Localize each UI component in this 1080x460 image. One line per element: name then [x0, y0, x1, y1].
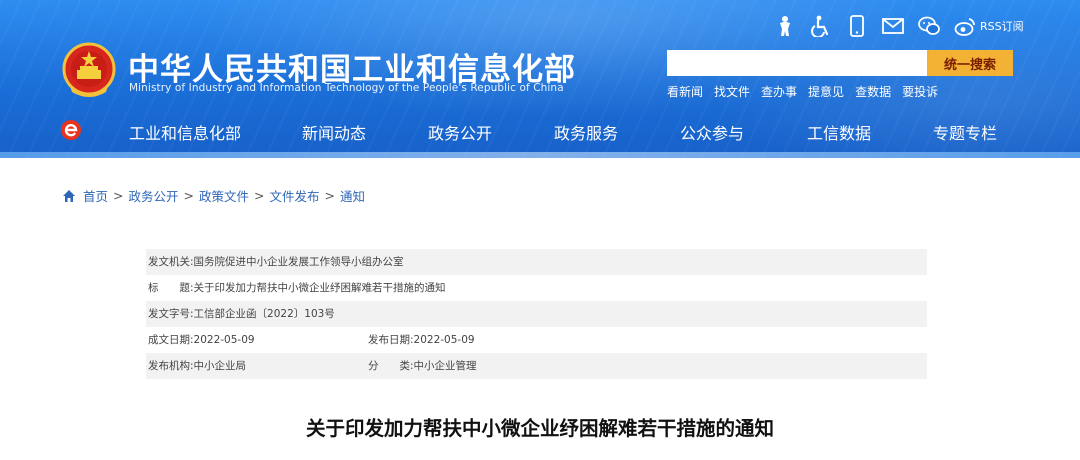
breadcrumb-policy-files[interactable]: 政策文件 [199, 186, 249, 205]
quick-link-data[interactable]: 查数据 [855, 83, 891, 100]
quick-link-feedback[interactable]: 提意见 [808, 83, 844, 100]
meta-row-issuer: 发文机关:国务院促进中小企业发展工作领导小组办公室 [146, 249, 927, 275]
nav-item-ministry[interactable]: 工业和信息化部 [129, 120, 241, 144]
meta-label: 发文机关: [148, 256, 194, 268]
meta-row-doc-number: 发文字号:工信部企业函〔2022〕103号 [146, 301, 927, 327]
breadcrumb: 首页 > 政务公开 > 政策文件 > 文件发布 > 通知 [62, 186, 365, 205]
meta-value-published-date: 2022-05-09 [413, 334, 475, 346]
meta-label: 标 题: [148, 282, 194, 294]
meta-label: 发文字号: [148, 308, 194, 320]
quick-link-services[interactable]: 查办事 [761, 83, 797, 100]
nav-item-special-topics[interactable]: 专题专栏 [933, 120, 997, 144]
nav-item-news[interactable]: 新闻动态 [302, 120, 366, 144]
site-subtitle: Ministry of Industry and Information Tec… [129, 82, 564, 94]
wechat-icon[interactable] [918, 15, 940, 37]
weibo-icon[interactable] [954, 15, 976, 37]
rss-subscribe-link[interactable]: RSS订阅 [980, 18, 1024, 34]
meta-label: 发布机构: [148, 360, 194, 372]
meta-row-title: 标 题:关于印发加力帮扶中小微企业纾困解难若干措施的通知 [146, 275, 927, 301]
e-gov-logo-icon[interactable] [60, 119, 82, 141]
meta-label: 发布日期: [368, 334, 414, 346]
meta-row-org-category: 发布机构:中小企业局 分 类:中小企业管理 [146, 353, 927, 379]
quick-link-complaint[interactable]: 要投诉 [902, 83, 938, 100]
article-title: 关于印发加力帮扶中小微企业纾困解难若干措施的通知 [305, 417, 774, 440]
meta-value-created-date: 2022-05-09 [193, 334, 255, 346]
breadcrumb-gov-affairs-open[interactable]: 政务公开 [129, 186, 179, 205]
national-emblem-icon[interactable] [62, 42, 116, 98]
site-header: 中华人民共和国工业和信息化部 Ministry of Industry and … [0, 0, 1080, 158]
mail-icon[interactable] [882, 15, 904, 37]
meta-value-doc-number: 工信部企业函〔2022〕103号 [193, 308, 335, 320]
meta-label: 分 类: [368, 360, 414, 372]
meta-value-org: 中小企业局 [193, 360, 247, 372]
accessibility-figure-icon[interactable] [774, 15, 796, 37]
meta-value-category: 中小企业管理 [413, 360, 477, 372]
breadcrumb-separator: > [113, 188, 124, 203]
meta-value-issuer: 国务院促进中小企业发展工作领导小组办公室 [193, 256, 404, 268]
main-nav: 工业和信息化部 新闻动态 政务公开 政务服务 公众参与 工信数据 专题专栏 [96, 118, 1056, 144]
meta-row-dates: 成文日期:2022-05-09 发布日期:2022-05-09 [146, 327, 927, 353]
wheelchair-icon[interactable] [810, 15, 832, 37]
meta-label: 成文日期: [148, 334, 194, 346]
meta-value-title: 关于印发加力帮扶中小微企业纾困解难若干措施的通知 [193, 282, 446, 294]
home-icon[interactable] [62, 189, 76, 203]
quick-link-news[interactable]: 看新闻 [667, 83, 703, 100]
breadcrumb-separator: > [183, 188, 194, 203]
mobile-phone-icon[interactable] [846, 15, 868, 37]
breadcrumb-home[interactable]: 首页 [83, 186, 108, 205]
breadcrumb-file-release[interactable]: 文件发布 [270, 186, 320, 205]
breadcrumb-separator: > [254, 188, 265, 203]
nav-item-gov-services[interactable]: 政务服务 [554, 120, 618, 144]
search-input[interactable] [667, 50, 927, 76]
nav-item-gov-affairs-open[interactable]: 政务公开 [428, 120, 492, 144]
quick-link-files[interactable]: 找文件 [714, 83, 750, 100]
breadcrumb-notice[interactable]: 通知 [340, 186, 365, 205]
nav-item-public-participation[interactable]: 公众参与 [680, 120, 744, 144]
search-button[interactable]: 统一搜索 [927, 50, 1013, 76]
utility-toolbar: RSS订阅 [774, 14, 1024, 38]
quick-links: 看新闻 找文件 查办事 提意见 查数据 要投诉 [667, 83, 938, 100]
nav-item-miit-data[interactable]: 工信数据 [807, 120, 871, 144]
document-meta-table: 发文机关:国务院促进中小企业发展工作领导小组办公室 标 题:关于印发加力帮扶中小… [146, 249, 927, 379]
breadcrumb-separator: > [324, 188, 335, 203]
